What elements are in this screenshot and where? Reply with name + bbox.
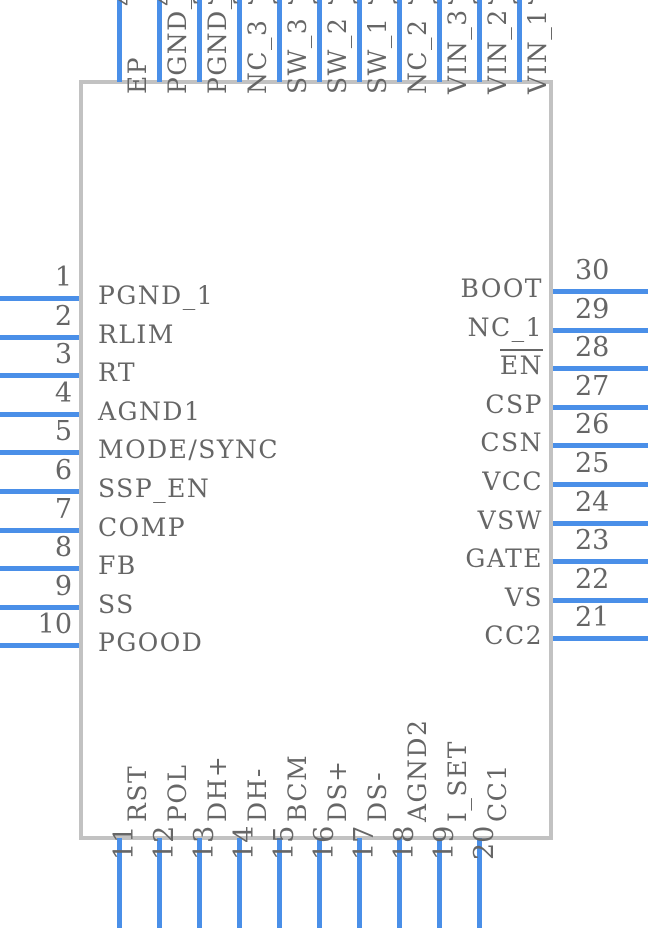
pin-name-csn: CSN (480, 428, 543, 457)
pin-name-ds-: DS+ (323, 759, 352, 822)
pin-name-ep: EP (123, 55, 152, 94)
pin-number-4: 4 (54, 378, 72, 409)
pin-lead-34[interactable] (397, 0, 402, 82)
pin-name-fb: FB (98, 551, 137, 580)
pin-number-3: 3 (54, 339, 72, 370)
pin-name-en: EN (323, 349, 543, 380)
pin-name-bcm: BCM (283, 753, 312, 822)
pin-name-rst: RST (123, 764, 152, 822)
pin-number-28: 28 (575, 332, 610, 363)
pin-name-gate: GATE (465, 544, 543, 573)
pin-lead-39[interactable] (197, 0, 202, 82)
pin-name-dh-: DH+ (203, 754, 232, 822)
pin-name-ssp-en: SSP_EN (98, 474, 211, 503)
pin-name-ds-: DS- (363, 770, 392, 822)
pin-lead-36[interactable] (317, 0, 322, 82)
pin-name-vin-1: VIN_1 (523, 8, 552, 94)
pin-lead-31[interactable] (517, 0, 522, 82)
pin-number-7: 7 (54, 494, 72, 525)
pin-name-nc-2: NC_2 (403, 18, 432, 94)
pin-lead-40[interactable] (157, 0, 162, 82)
pin-name-cc1: CC1 (483, 763, 512, 822)
pin-name-ss: SS (98, 590, 135, 619)
active-low-overline: EN (499, 349, 543, 380)
pin-name-vin-2: VIN_2 (483, 8, 512, 94)
pin-name-pgnd-2: PGND_2 (203, 0, 232, 94)
pin-lead-41[interactable] (117, 0, 122, 82)
pin-number-9: 9 (54, 571, 72, 602)
pin-lead-21[interactable] (553, 636, 648, 641)
pin-number-27: 27 (575, 371, 610, 402)
pin-name-agnd2: AGND2 (403, 718, 432, 822)
pin-lead-33[interactable] (437, 0, 442, 82)
pin-number-8: 8 (54, 532, 72, 563)
pin-lead-37[interactable] (277, 0, 282, 82)
pin-name-vcc: VCC (482, 467, 543, 496)
pin-name-agnd1: AGND1 (98, 397, 202, 426)
pin-name-dh-: DH- (243, 767, 272, 822)
pin-name-vin-3: VIN_3 (443, 8, 472, 94)
pin-number-10: 10 (37, 609, 72, 640)
pin-lead-10[interactable] (0, 643, 79, 648)
pinout-diagram: 1 PGND_1 2 RLIM 3 RT 4 AGND1 5 MODE/SYNC 6 SSP_EN 7 C… (0, 0, 648, 928)
pin-name-sw-2: SW_2 (323, 16, 352, 94)
pin-name-rlim: RLIM (98, 320, 175, 349)
pin-number-1: 1 (54, 262, 72, 293)
pin-name-i-set: I_SET (443, 740, 472, 822)
pin-name-sw-1: SW_1 (363, 16, 392, 94)
pin-name-vsw: VSW (477, 506, 543, 535)
pin-number-6: 6 (54, 455, 72, 486)
pin-lead-32[interactable] (477, 0, 482, 82)
pin-number-22: 22 (575, 564, 610, 595)
pin-number-5: 5 (54, 416, 72, 447)
pin-name-nc-3: NC_3 (243, 18, 272, 94)
pin-name-csp: CSP (485, 390, 543, 419)
pin-lead-35[interactable] (357, 0, 362, 82)
pin-number-21: 21 (575, 602, 610, 633)
pin-lead-38[interactable] (237, 0, 242, 82)
pin-number-30: 30 (575, 255, 610, 286)
pin-name-nc-1: NC_1 (467, 313, 543, 342)
pin-name-comp: COMP (98, 513, 187, 542)
pin-number-25: 25 (575, 448, 610, 479)
pin-name-boot: BOOT (460, 274, 543, 303)
pin-number-24: 24 (575, 487, 610, 518)
pin-name-mode-sync: MODE/SYNC (98, 435, 279, 464)
pin-name-vs: VS (504, 583, 543, 612)
pin-name-pgnd-3: PGND_3 (163, 0, 192, 94)
pin-name-rt: RT (98, 358, 137, 387)
pin-name-pgnd-1: PGND_1 (98, 281, 215, 310)
pin-number-2: 2 (54, 301, 72, 332)
pin-name-cc2: CC2 (484, 621, 543, 650)
pin-number-23: 23 (575, 525, 610, 556)
pin-name-pol: POL (163, 763, 192, 822)
pin-number-26: 26 (575, 409, 610, 440)
pin-number-29: 29 (575, 294, 610, 325)
pin-name-sw-3: SW_3 (283, 16, 312, 94)
